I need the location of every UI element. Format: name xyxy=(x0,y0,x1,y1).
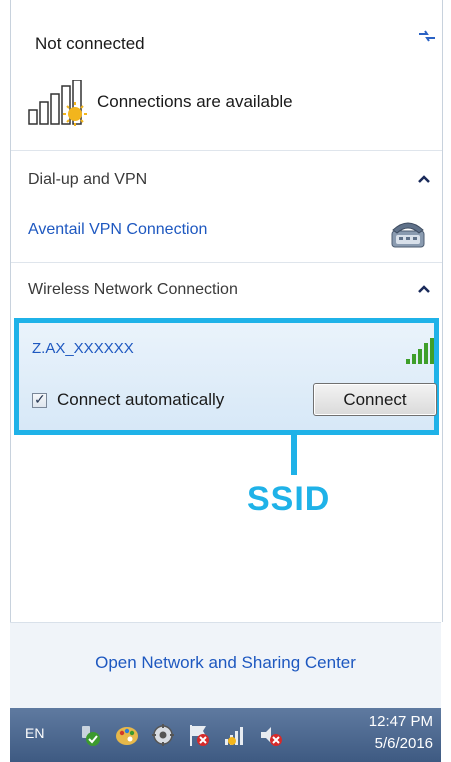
connection-status-title: Not connected xyxy=(35,34,145,53)
connections-available-text: Connections are available xyxy=(97,92,293,111)
network-ssid: Z.AX_XXXXXX xyxy=(32,340,134,357)
collapse-chevron-up-icon[interactable] xyxy=(417,174,431,184)
wifi-signal-strength-icon xyxy=(406,338,434,364)
ssid-callout-label: SSID xyxy=(247,480,331,518)
clock-date: 5/6/2016 xyxy=(374,735,433,752)
signal-bars-warning-icon xyxy=(28,80,87,126)
divider xyxy=(11,150,442,151)
system-clock[interactable]: 12:47 PM 5/6/2016 xyxy=(369,711,433,755)
vpn-connection-link[interactable]: Aventail VPN Connection xyxy=(28,221,207,239)
dialup-phone-icon xyxy=(391,222,425,248)
checkmark-icon: ✓ xyxy=(34,391,46,407)
flag-error-icon[interactable] xyxy=(186,722,212,748)
callout-line xyxy=(291,435,297,475)
collapse-chevron-up-icon[interactable] xyxy=(417,284,431,294)
connect-automatically-label: Connect automatically xyxy=(57,390,225,409)
refresh-icon[interactable] xyxy=(415,28,439,44)
network-signal-icon[interactable] xyxy=(222,722,248,748)
connect-button[interactable]: Connect xyxy=(313,383,437,416)
wireless-network-item[interactable]: Z.AX_XXXXXX ✓ Connect automatically Conn… xyxy=(14,318,439,435)
network-flyout-panel: Not connected Connections are available … xyxy=(10,0,443,622)
taskbar-notification-area: EN 12:47 PM 5/6/2016 xyxy=(10,708,441,762)
clock-time: 12:47 PM xyxy=(368,713,433,730)
section-title-wireless: Wireless Network Connection xyxy=(28,281,238,298)
open-network-sharing-center-link[interactable]: Open Network and Sharing Center xyxy=(10,653,441,673)
section-title-dialup: Dial-up and VPN xyxy=(28,171,148,188)
paint-palette-icon[interactable] xyxy=(114,722,140,748)
volume-muted-icon[interactable] xyxy=(258,722,284,748)
divider xyxy=(11,262,442,263)
gear-app-icon[interactable] xyxy=(150,722,176,748)
language-indicator[interactable]: EN xyxy=(25,725,44,741)
action-center-icon[interactable] xyxy=(78,722,104,748)
flyout-footer: Open Network and Sharing Center xyxy=(10,622,441,709)
connect-automatically-checkbox[interactable]: ✓ xyxy=(32,391,47,408)
